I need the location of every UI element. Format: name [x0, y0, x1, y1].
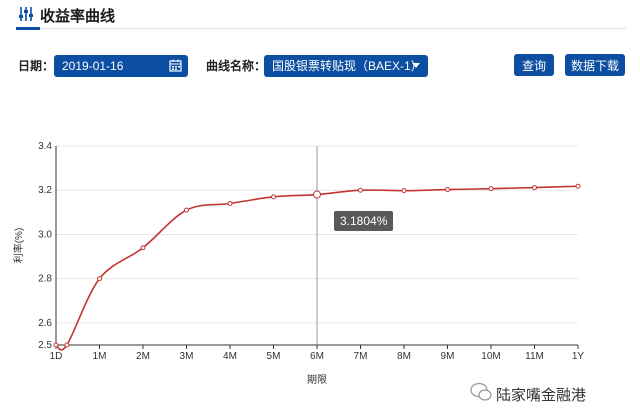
header-accent	[16, 27, 40, 30]
x-tick-label: 11M	[525, 351, 544, 362]
yield-curve-chart: 2.5 2.6 2.8 3.0 3.2 3.4 1D 1M 2M 3M 4M 5M 6M 7M 8M 9M 10…	[12, 141, 585, 386]
date-label: 日期：	[18, 59, 55, 73]
tooltip: 3.1804%	[334, 211, 394, 231]
curve-label: 曲线名称：	[206, 59, 267, 73]
chevron-down-icon	[412, 63, 420, 68]
curve-select[interactable]: 国股银票转贴现（BAEX-1）	[264, 55, 428, 77]
chart-settings-icon	[19, 7, 33, 21]
page-title: 收益率曲线	[40, 8, 116, 25]
x-tick-label: 9M	[441, 351, 455, 362]
highlight-point[interactable]	[313, 190, 321, 199]
data-point[interactable]	[271, 194, 276, 200]
section-header: 收益率曲线	[0, 0, 640, 30]
data-point[interactable]	[445, 187, 450, 193]
x-tick-label: 5M	[267, 351, 281, 362]
data-point[interactable]	[64, 342, 70, 348]
data-point[interactable]	[140, 245, 146, 251]
data-point[interactable]	[227, 200, 233, 206]
x-tick-label: 7M	[354, 351, 368, 362]
data-point[interactable]	[97, 276, 102, 282]
date-input[interactable]: 2019-01-16	[54, 55, 188, 77]
data-point[interactable]	[532, 185, 537, 191]
y-axis-label: 利率(%)	[12, 228, 25, 264]
y-tick-label: 2.6	[38, 318, 52, 329]
y-tick-label: 2.8	[38, 274, 52, 285]
header-divider	[40, 28, 626, 29]
data-point[interactable]	[401, 188, 407, 194]
data-point[interactable]	[184, 207, 189, 213]
y-tick-label: 3.0	[38, 229, 52, 240]
date-value: 2019-01-16	[62, 59, 124, 73]
curve-value: 国股银票转贴现（BAEX-1）	[272, 59, 423, 73]
data-point[interactable]	[358, 187, 363, 193]
download-button[interactable]: 数据下载	[565, 54, 625, 76]
x-axis-label: 期限	[307, 374, 327, 386]
calendar-icon	[169, 59, 182, 72]
x-tick-label: 8M	[397, 351, 411, 362]
x-tick-label: 4M	[223, 351, 237, 362]
x-tick-label: 3M	[180, 351, 194, 362]
query-button[interactable]: 查询	[514, 54, 554, 76]
y-tick-label: 2.5	[38, 340, 52, 351]
x-tick-label: 10M	[481, 351, 500, 362]
data-point[interactable]	[488, 186, 494, 192]
x-tick-label: 1D	[50, 351, 63, 362]
watermark: 陆家嘴金融港	[496, 387, 587, 404]
x-tick-label: 6M	[310, 351, 324, 362]
data-point[interactable]	[575, 183, 581, 189]
x-tick-label: 2M	[136, 351, 150, 362]
y-tick-label: 3.4	[38, 141, 52, 152]
x-tick-label: 1Y	[572, 351, 585, 362]
y-tick-label: 3.2	[38, 185, 52, 196]
data-point[interactable]	[53, 342, 59, 348]
wechat-icon	[470, 382, 492, 401]
x-tick-label: 1M	[93, 351, 107, 362]
